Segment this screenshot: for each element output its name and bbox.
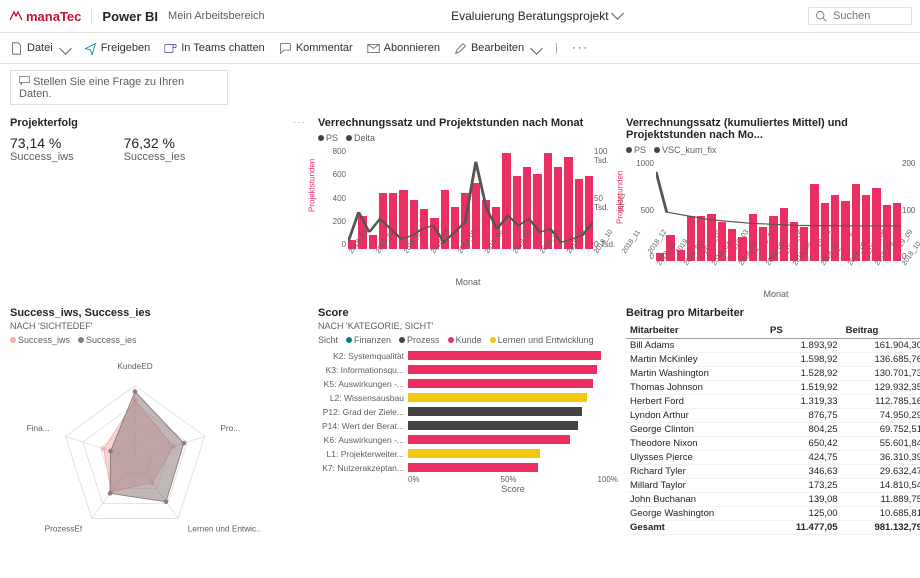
chart-legend: PS Delta [318,133,618,143]
horizontal-bar-chart: K2: SystemqualitätK3: Informationsqu...K… [318,349,618,474]
score-bar-row[interactable]: P14: Wert der Berat... [318,419,618,432]
beitrag-table: Mitarbeiter PS Beitrag Bill Adams1.893,9… [626,323,920,535]
kpi-value: 73,14 % [10,135,74,151]
toolbar-separator: | [555,42,558,54]
table-total-row: Gesamt11.477,05981.132,79 [626,521,920,535]
report-toolbar: Datei Freigeben In Teams chatten Komment… [0,33,920,64]
visual-more-icon[interactable]: ··· [293,117,306,128]
product-name: Power BI [91,9,158,24]
visual-subtitle: NACH 'SICHTEDEF' [10,321,310,331]
col-beitrag[interactable]: Beitrag [842,323,920,339]
share-icon [84,42,97,55]
chart-legend: Success_iws Success_ies [10,335,310,345]
table-row[interactable]: John Buchanan139,0811.889,75 [626,493,920,507]
table-row[interactable]: Richard Tyler346,6329.632,47 [626,465,920,479]
score-bar-row[interactable]: K7: Nutzerakzeptan... [318,461,618,474]
mail-icon [367,42,380,55]
y-axis-label: Projektstunden [308,159,317,212]
table-row[interactable]: Millard Taylor173,2514.810,54 [626,479,920,493]
file-menu[interactable]: Datei [10,42,70,55]
qna-icon [19,75,30,86]
qna-input[interactable]: Stellen Sie eine Frage zu Ihren Daten. [10,70,228,105]
table-row[interactable]: Herbert Ford1.319,33112.785,16 [626,395,920,409]
score-bar-row[interactable]: P12: Grad der Ziele... [318,405,618,418]
visual-verrechnungssatz-delta[interactable]: Verrechnungssatz und Projektstunden nach… [318,117,618,299]
visual-title: Projekterfolg [10,117,310,129]
score-bar-row[interactable]: K2: Systemqualität [318,349,618,362]
table-row[interactable]: Lyndon Arthur876,7574.950,29 [626,409,920,423]
score-bar-row[interactable]: L1: Projekterweiter... [318,447,618,460]
more-options-button[interactable]: ··· [572,42,589,54]
comment-button[interactable]: Kommentar [279,42,353,55]
score-bar-row[interactable]: L2: Wissensausbau [318,391,618,404]
chart-legend: PS VSC_kum_fix [626,145,920,155]
table-row[interactable]: Bill Adams1.893,92161.904,30 [626,339,920,353]
kpi-label: Success_iws [10,151,74,163]
visual-title: Beitrag pro Mitarbeiter [626,307,920,319]
col-mitarbeiter[interactable]: Mitarbeiter [626,323,766,339]
svg-text:Lernen und Entwic...: Lernen und Entwic... [188,525,260,534]
report-title-dropdown[interactable]: Evaluierung Beratungsprojekt [275,9,798,23]
teams-icon [164,42,177,55]
report-canvas: ··· Projekterfolg 73,14 % Success_iws 76… [0,111,920,578]
x-axis-label: Monat [318,277,618,287]
file-icon [10,42,23,55]
global-header: manaTec Power BI Mein Arbeitsbereich Eva… [0,0,920,33]
table-row[interactable]: George Clinton804,2569.752,51 [626,423,920,437]
x-axis-ticks: 0%50%100% [408,475,618,484]
table-row[interactable]: Ulysses Pierce424,7536.310,39 [626,451,920,465]
share-button[interactable]: Freigeben [84,42,151,55]
score-bar-row[interactable]: K5: Auswirkungen -... [318,377,618,390]
col-ps[interactable]: PS [766,323,842,339]
x-axis-label: Monat [626,289,920,299]
score-bar-row[interactable]: K6: Auswirkungen -... [318,433,618,446]
kpi-label: Success_ies [124,151,186,163]
radar-chart: KundeED Pro... Lernen und Entwic... Prozess… [10,349,260,569]
edit-button[interactable]: Bearbeiten [454,42,541,55]
chart-legend: SichtFinanzenProzessKundeLernen und Entw… [318,335,618,345]
visual-subtitle: NACH 'KATEGORIE, SICHT' [318,321,618,331]
visual-title: Success_iws, Success_ies [10,307,310,319]
svg-text:ProzessEf: ProzessEf [45,525,83,534]
svg-text:Pro...: Pro... [220,424,240,433]
subscribe-button[interactable]: Abonnieren [367,42,440,55]
chevron-down-icon [59,42,72,55]
visual-title: Score [318,307,618,319]
workspace-name[interactable]: Mein Arbeitsbereich [168,10,265,22]
table-row[interactable]: Thomas Johnson1.519,92129.932,35 [626,381,920,395]
pencil-icon [454,42,467,55]
table-row[interactable]: Theodore Nixon650,4255.601,84 [626,437,920,451]
visual-projekterfolg[interactable]: ··· Projekterfolg 73,14 % Success_iws 76… [10,117,310,299]
visual-verrechnungssatz-kum[interactable]: Verrechnungssatz (kumuliertes Mittel) un… [626,117,920,299]
svg-text:Fina...: Fina... [27,424,50,433]
y-axis-label: Projektstunden [616,171,625,224]
visual-title: Verrechnungssatz (kumuliertes Mittel) un… [626,117,920,141]
table-row[interactable]: Martin Washington1.528,92130.701,73 [626,367,920,381]
teams-chat-button[interactable]: In Teams chatten [164,42,265,55]
search-input[interactable] [831,9,895,23]
svg-text:KundeED: KundeED [117,362,152,371]
comment-icon [279,42,292,55]
x-axis-label: Score [408,484,618,494]
vendor-logo: manaTec [8,8,81,24]
score-bar-row[interactable]: K3: Informationsqu... [318,363,618,376]
chevron-down-icon [530,42,543,55]
visual-radar-success[interactable]: Success_iws, Success_ies NACH 'SICHTEDEF… [10,307,310,572]
kpi-value: 76,32 % [124,135,186,151]
table-row[interactable]: Martin McKinley1.598,92136.685,76 [626,353,920,367]
search-box[interactable] [808,7,912,25]
chevron-down-icon [611,7,624,20]
visual-title: Verrechnungssatz und Projektstunden nach… [318,117,618,129]
search-icon [815,10,827,22]
table-row[interactable]: George Washington125,0010.685,81 [626,507,920,521]
